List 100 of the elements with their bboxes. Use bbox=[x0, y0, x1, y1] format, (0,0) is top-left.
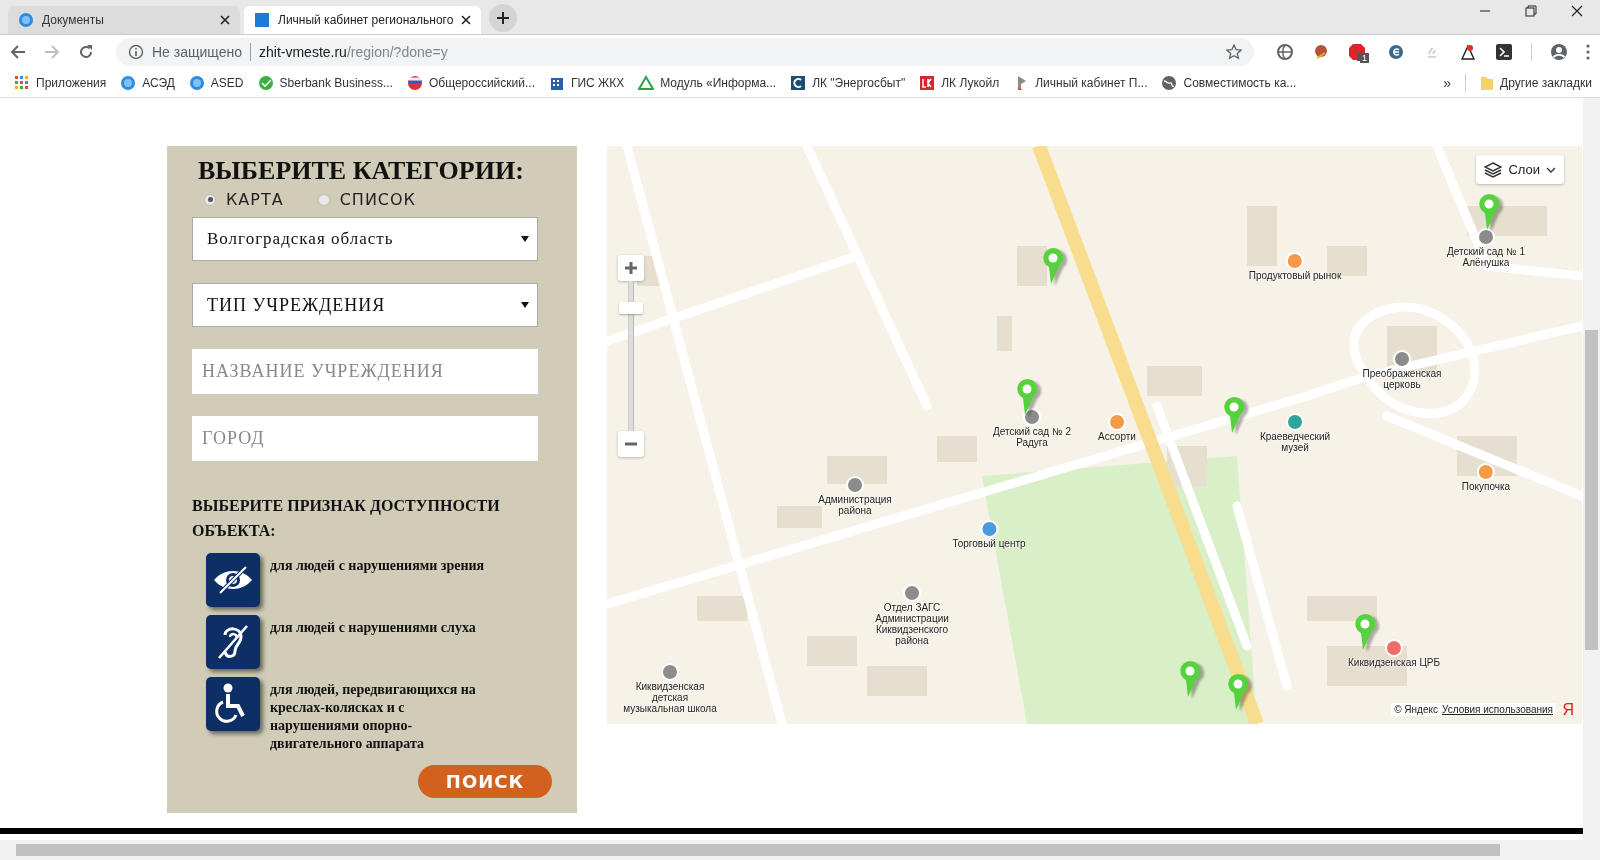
dropdown-arrow-icon bbox=[521, 236, 529, 242]
character-icon[interactable] bbox=[1312, 42, 1330, 61]
radio-label[interactable]: КАРТА bbox=[226, 190, 284, 209]
wheelchair-icon[interactable] bbox=[206, 677, 260, 731]
place-label[interactable]: Торговый центр bbox=[952, 538, 1026, 549]
accessibility-label: для людей с нарушениями слуха bbox=[270, 619, 477, 637]
scroll-thumb[interactable] bbox=[1585, 330, 1598, 650]
logo-square-icon bbox=[919, 74, 936, 91]
bookmark-item[interactable]: Общероссийский... bbox=[406, 74, 535, 91]
menu-icon[interactable] bbox=[1586, 43, 1590, 60]
browser-tab[interactable]: Документы bbox=[8, 6, 240, 34]
name-field[interactable]: НАЗВАНИЕ УЧРЕЖДЕНИЯ bbox=[192, 349, 538, 394]
crossed-eye-icon[interactable] bbox=[206, 553, 260, 607]
map-pin-icon[interactable] bbox=[1015, 378, 1039, 416]
info-icon[interactable] bbox=[128, 43, 144, 60]
building bbox=[697, 596, 747, 621]
map-pin-icon[interactable] bbox=[1477, 193, 1501, 231]
globe-icon bbox=[1161, 74, 1178, 91]
terminal-icon[interactable] bbox=[1495, 42, 1513, 61]
close-icon[interactable] bbox=[461, 15, 472, 25]
place-label[interactable]: Детский сад № 1 Алёнушка bbox=[1436, 246, 1536, 268]
region-dropdown[interactable]: Волгоградская область bbox=[192, 217, 538, 261]
bookmark-item[interactable]: Совместимость ка... bbox=[1161, 74, 1297, 91]
mascot-icon[interactable] bbox=[1459, 42, 1477, 61]
building bbox=[997, 316, 1012, 351]
bookmark-item[interactable]: Sberbank Business... bbox=[257, 74, 393, 91]
city-field[interactable]: ГОРОД bbox=[192, 416, 538, 461]
radio-label[interactable]: СПИСОК bbox=[339, 190, 416, 209]
map-pin-icon[interactable] bbox=[1226, 673, 1250, 711]
building bbox=[827, 456, 887, 484]
star-icon[interactable] bbox=[1226, 43, 1242, 60]
address-bar[interactable]: Не защищено zhit-vmeste.ru/region/?done=y bbox=[116, 37, 1254, 66]
layers-button[interactable]: Слои bbox=[1476, 155, 1564, 184]
bookmark-item[interactable]: Личный кабинет П... bbox=[1013, 74, 1148, 91]
place-label[interactable]: Ассорти bbox=[1098, 431, 1136, 442]
bookmark-folder[interactable]: Другие закладки bbox=[1480, 74, 1592, 91]
scroll-thumb[interactable] bbox=[16, 844, 1500, 856]
restore-icon[interactable] bbox=[1525, 5, 1537, 17]
new-tab-button[interactable] bbox=[489, 4, 518, 32]
place-label[interactable]: Отдел ЗАГС Администрации Киквидзенского района bbox=[862, 602, 962, 646]
building bbox=[807, 636, 857, 666]
accessibility-heading: ВЫБЕРИТЕ ПРИЗНАК ДОСТУПНОСТИ ОБЪЕКТА: bbox=[192, 496, 501, 541]
horizontal-scrollbar[interactable] bbox=[0, 840, 1600, 860]
accessibility-label: для людей с нарушениями зрения bbox=[270, 557, 485, 575]
globe-icon[interactable] bbox=[1276, 42, 1294, 61]
search-button[interactable]: ПОИСК bbox=[418, 765, 552, 798]
building bbox=[867, 666, 927, 696]
place-label[interactable]: Детский сад № 2 Радуга bbox=[982, 426, 1082, 448]
place-label[interactable]: Администрация района bbox=[805, 494, 905, 516]
crossed-ear-icon[interactable] bbox=[206, 615, 260, 669]
place-label[interactable]: Покупочка bbox=[1461, 481, 1511, 492]
check-circle-icon bbox=[257, 74, 274, 91]
close-icon[interactable] bbox=[220, 15, 230, 25]
map-pin-icon[interactable] bbox=[1222, 396, 1246, 434]
square-icon bbox=[254, 12, 270, 28]
browser-tab[interactable]: Личный кабинет регионального bbox=[244, 6, 482, 34]
bookmark-item[interactable]: Модуль «Информа... bbox=[638, 74, 777, 91]
circle-logo-icon[interactable] bbox=[1387, 42, 1405, 61]
radio-button[interactable] bbox=[204, 193, 216, 206]
place-label[interactable]: Киквидзенская ЦРБ bbox=[1347, 657, 1441, 668]
place-label[interactable]: Преображенская церковь bbox=[1352, 368, 1452, 390]
slider-handle[interactable] bbox=[619, 302, 643, 314]
map-pin-icon[interactable] bbox=[1041, 247, 1065, 285]
map-pin-icon[interactable] bbox=[1178, 660, 1202, 698]
building bbox=[1307, 596, 1377, 621]
forward-arrow-icon[interactable] bbox=[44, 43, 60, 60]
back-arrow-icon[interactable] bbox=[10, 43, 26, 60]
place-label[interactable]: Краеведческий музей bbox=[1245, 431, 1345, 453]
accessibility-label: для людей, передвигающихся на креслах-колясках и с нарушениями опорно-двигательного аппарата bbox=[270, 681, 477, 753]
yandex-logo: Я bbox=[1562, 701, 1574, 719]
bookmark-item[interactable]: ASED bbox=[188, 74, 244, 91]
terms-link[interactable]: Условия использования bbox=[1442, 704, 1553, 715]
bookmark-item[interactable]: АСЭД bbox=[120, 74, 175, 91]
plus-icon bbox=[624, 261, 638, 275]
bookmark-item[interactable]: ГИС ЖКХ bbox=[548, 74, 625, 91]
bookmark-item[interactable]: Приложения bbox=[14, 74, 107, 91]
building bbox=[777, 506, 822, 528]
chevron-down-icon bbox=[1546, 166, 1556, 173]
layers-icon bbox=[1484, 161, 1503, 178]
zoom-in-button[interactable] bbox=[618, 255, 644, 281]
triangle-icon bbox=[638, 74, 655, 91]
close-icon[interactable] bbox=[1571, 5, 1583, 17]
building bbox=[1017, 246, 1047, 286]
map-pin-icon[interactable] bbox=[1353, 613, 1377, 651]
more-bookmarks-button[interactable]: » bbox=[1443, 74, 1452, 91]
vertical-scrollbar[interactable] bbox=[1583, 98, 1600, 840]
radio-button[interactable] bbox=[317, 193, 330, 206]
bookmark-item[interactable]: ЛК "Энергосбыт" bbox=[790, 74, 906, 91]
flag-circle-icon bbox=[406, 74, 423, 91]
type-dropdown[interactable]: ТИП УЧРЕЖДЕНИЯ bbox=[192, 283, 538, 327]
bookmark-item[interactable]: ЛК Лукойл bbox=[919, 74, 1000, 91]
building bbox=[1147, 366, 1202, 396]
reload-icon[interactable] bbox=[78, 43, 94, 60]
account-icon[interactable] bbox=[1550, 42, 1568, 61]
place-label[interactable]: Киквидзенская детская музыкальная школа bbox=[620, 681, 720, 714]
zoom-out-button[interactable] bbox=[618, 431, 644, 457]
place-label[interactable]: Продуктовый рынок bbox=[1248, 270, 1342, 281]
url-text: zhit-vmeste.ru/region/?done=y bbox=[259, 43, 448, 60]
dxl-logo-icon bbox=[18, 12, 34, 28]
panel-title: ВЫБЕРИТЕ КАТЕГОРИИ: bbox=[198, 156, 525, 186]
